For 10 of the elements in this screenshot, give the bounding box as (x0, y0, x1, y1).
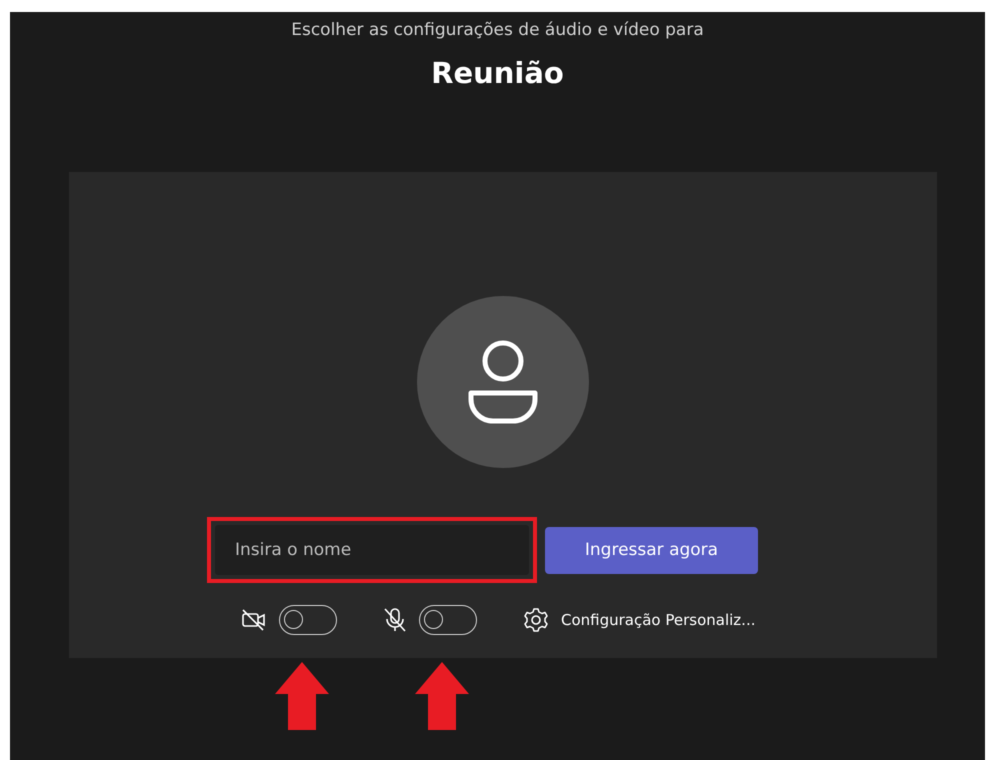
camera-off-icon (241, 608, 267, 632)
mic-toggle[interactable] (419, 605, 477, 635)
settings-icon (523, 607, 549, 633)
name-field[interactable]: Insira o nome (215, 525, 529, 575)
meeting-title: Reunião (431, 56, 564, 90)
mic-off-icon (383, 607, 407, 633)
camera-toggle[interactable] (279, 605, 337, 635)
dialog-subtitle: Escolher as configurações de áudio e vídeo para (291, 20, 704, 40)
settings-link[interactable]: Configuração Personaliz... (561, 611, 756, 629)
join-button[interactable]: Ingressar agora (545, 526, 758, 574)
